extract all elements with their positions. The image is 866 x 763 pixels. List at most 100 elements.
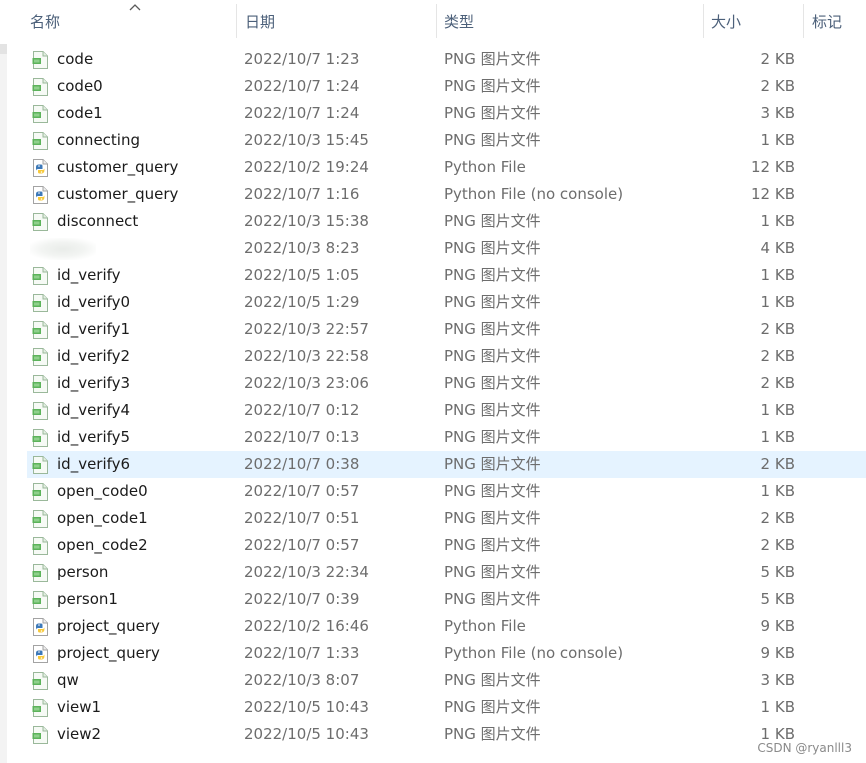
file-type: PNG 图片文件 — [444, 131, 541, 149]
file-row[interactable]: customer_query 2022/10/2 19:24 Python File… — [0, 154, 866, 181]
file-name: project_query — [57, 644, 160, 662]
file-name: open_code1 — [57, 509, 148, 527]
file-row[interactable]: id_verify4 2022/10/7 0:12 PNG 图片文件 1 KB — [0, 397, 866, 424]
file-name: open_code0 — [57, 482, 148, 500]
file-size: 1 KB — [760, 698, 795, 716]
file-size: 9 KB — [760, 617, 795, 635]
png-image-icon — [32, 105, 48, 123]
file-date: 2022/10/3 22:58 — [244, 347, 369, 365]
file-name: id_verify2 — [57, 347, 131, 365]
file-row[interactable]: open_code0 2022/10/7 0:57 PNG 图片文件 1 KB — [0, 478, 866, 505]
file-name: view2 — [57, 725, 102, 743]
column-header-type[interactable]: 类型 — [437, 0, 704, 44]
file-row[interactable]: qw 2022/10/3 8:07 PNG 图片文件 3 KB — [0, 667, 866, 694]
png-image-icon — [32, 213, 48, 231]
file-row[interactable]: project_query 2022/10/2 16:46 Python File 9… — [0, 613, 866, 640]
png-image-icon — [32, 699, 48, 717]
file-date: 2022/10/7 1:33 — [244, 644, 360, 662]
file-type: PNG 图片文件 — [444, 347, 541, 365]
file-size: 1 KB — [760, 401, 795, 419]
file-name: customer_query — [57, 158, 179, 176]
file-type: Python File — [444, 158, 526, 176]
file-row[interactable]: person 2022/10/3 22:34 PNG 图片文件 5 KB — [0, 559, 866, 586]
column-header-type-label: 类型 — [444, 13, 475, 31]
file-row[interactable]: code0 2022/10/7 1:24 PNG 图片文件 2 KB — [0, 73, 866, 100]
column-header-size-label: 大小 — [711, 13, 742, 31]
column-header-date-label: 日期 — [245, 13, 276, 31]
file-size: 4 KB — [760, 239, 795, 257]
file-type: PNG 图片文件 — [444, 482, 541, 500]
png-image-icon — [32, 51, 48, 69]
file-type: PNG 图片文件 — [444, 590, 541, 608]
file-size: 1 KB — [760, 266, 795, 284]
file-date: 2022/10/7 0:39 — [244, 590, 360, 608]
file-type: PNG 图片文件 — [444, 455, 541, 473]
file-type: PNG 图片文件 — [444, 293, 541, 311]
png-image-icon — [32, 672, 48, 690]
file-row[interactable]: 2022/10/3 8:23 PNG 图片文件 4 KB — [0, 235, 866, 262]
file-size: 3 KB — [760, 671, 795, 689]
file-row[interactable]: view1 2022/10/5 10:43 PNG 图片文件 1 KB — [0, 694, 866, 721]
column-header-tags[interactable]: 标记 — [804, 0, 866, 44]
column-header-name-label: 名称 — [30, 13, 61, 31]
file-type: PNG 图片文件 — [444, 239, 541, 257]
file-size: 2 KB — [760, 536, 795, 554]
python-file-icon — [33, 186, 48, 204]
file-date: 2022/10/5 10:43 — [244, 725, 369, 743]
column-header-date[interactable]: 日期 — [237, 0, 437, 44]
file-row[interactable]: id_verify3 2022/10/3 23:06 PNG 图片文件 2 KB — [0, 370, 866, 397]
file-date: 2022/10/7 0:12 — [244, 401, 360, 419]
file-date: 2022/10/3 15:45 — [244, 131, 369, 149]
file-size: 3 KB — [760, 104, 795, 122]
file-date: 2022/10/3 15:38 — [244, 212, 369, 230]
file-type: Python File (no console) — [444, 644, 624, 662]
file-row[interactable]: connecting 2022/10/3 15:45 PNG 图片文件 1 KB — [0, 127, 866, 154]
file-row[interactable]: id_verify 2022/10/5 1:05 PNG 图片文件 1 KB — [0, 262, 866, 289]
file-row[interactable]: id_verify5 2022/10/7 0:13 PNG 图片文件 1 KB — [0, 424, 866, 451]
file-size: 2 KB — [760, 50, 795, 68]
file-size: 12 KB — [751, 158, 795, 176]
file-date: 2022/10/3 22:34 — [244, 563, 369, 581]
file-row[interactable]: id_verify2 2022/10/3 22:58 PNG 图片文件 2 KB — [0, 343, 866, 370]
file-type: PNG 图片文件 — [444, 212, 541, 230]
file-row[interactable]: id_verify1 2022/10/3 22:57 PNG 图片文件 2 KB — [0, 316, 866, 343]
file-date: 2022/10/5 1:29 — [244, 293, 360, 311]
png-image-icon — [32, 294, 48, 312]
file-type: PNG 图片文件 — [444, 698, 541, 716]
png-image-icon — [32, 564, 48, 582]
file-size: 2 KB — [760, 509, 795, 527]
python-file-icon — [33, 159, 48, 177]
png-image-icon — [32, 348, 48, 366]
file-name: customer_query — [57, 185, 179, 203]
file-row[interactable]: customer_query 2022/10/7 1:16 Python File … — [0, 181, 866, 208]
file-row[interactable]: id_verify6 2022/10/7 0:38 PNG 图片文件 2 KB — [0, 451, 866, 478]
file-size: 5 KB — [760, 563, 795, 581]
file-name: id_verify4 — [57, 401, 131, 419]
file-row[interactable]: project_query 2022/10/7 1:33 Python File (… — [0, 640, 866, 667]
file-name: code0 — [57, 77, 103, 95]
column-header-size[interactable]: 大小 — [704, 0, 804, 44]
file-row[interactable]: code1 2022/10/7 1:24 PNG 图片文件 3 KB — [0, 100, 866, 127]
file-row[interactable]: view2 2022/10/5 10:43 PNG 图片文件 1 KB — [0, 721, 866, 748]
file-row[interactable]: person1 2022/10/7 0:39 PNG 图片文件 5 KB — [0, 586, 866, 613]
file-size: 1 KB — [760, 293, 795, 311]
file-list: code 2022/10/7 1:23 PNG 图片文件 2 KB code0 2022/… — [0, 46, 866, 748]
file-size: 2 KB — [760, 374, 795, 392]
column-header-bar: 名称 日期 类型 大小 标记 — [0, 0, 866, 44]
file-row[interactable]: code 2022/10/7 1:23 PNG 图片文件 2 KB — [0, 46, 866, 73]
column-header-tags-label: 标记 — [812, 13, 843, 31]
file-name: id_verify0 — [57, 293, 131, 311]
png-image-icon — [32, 537, 48, 555]
file-row[interactable]: disconnect 2022/10/3 15:38 PNG 图片文件 1 KB — [0, 208, 866, 235]
file-name: id_verify6 — [57, 455, 131, 473]
file-size: 2 KB — [760, 347, 795, 365]
file-row[interactable]: open_code1 2022/10/7 0:51 PNG 图片文件 2 KB — [0, 505, 866, 532]
file-type: Python File — [444, 617, 526, 635]
file-row[interactable]: id_verify0 2022/10/5 1:29 PNG 图片文件 1 KB — [0, 289, 866, 316]
file-size: 9 KB — [760, 644, 795, 662]
file-size: 1 KB — [760, 428, 795, 446]
file-row[interactable]: open_code2 2022/10/7 0:57 PNG 图片文件 2 KB — [0, 532, 866, 559]
column-header-name[interactable]: 名称 — [7, 0, 237, 44]
file-date: 2022/10/5 10:43 — [244, 698, 369, 716]
file-name: open_code2 — [57, 536, 148, 554]
